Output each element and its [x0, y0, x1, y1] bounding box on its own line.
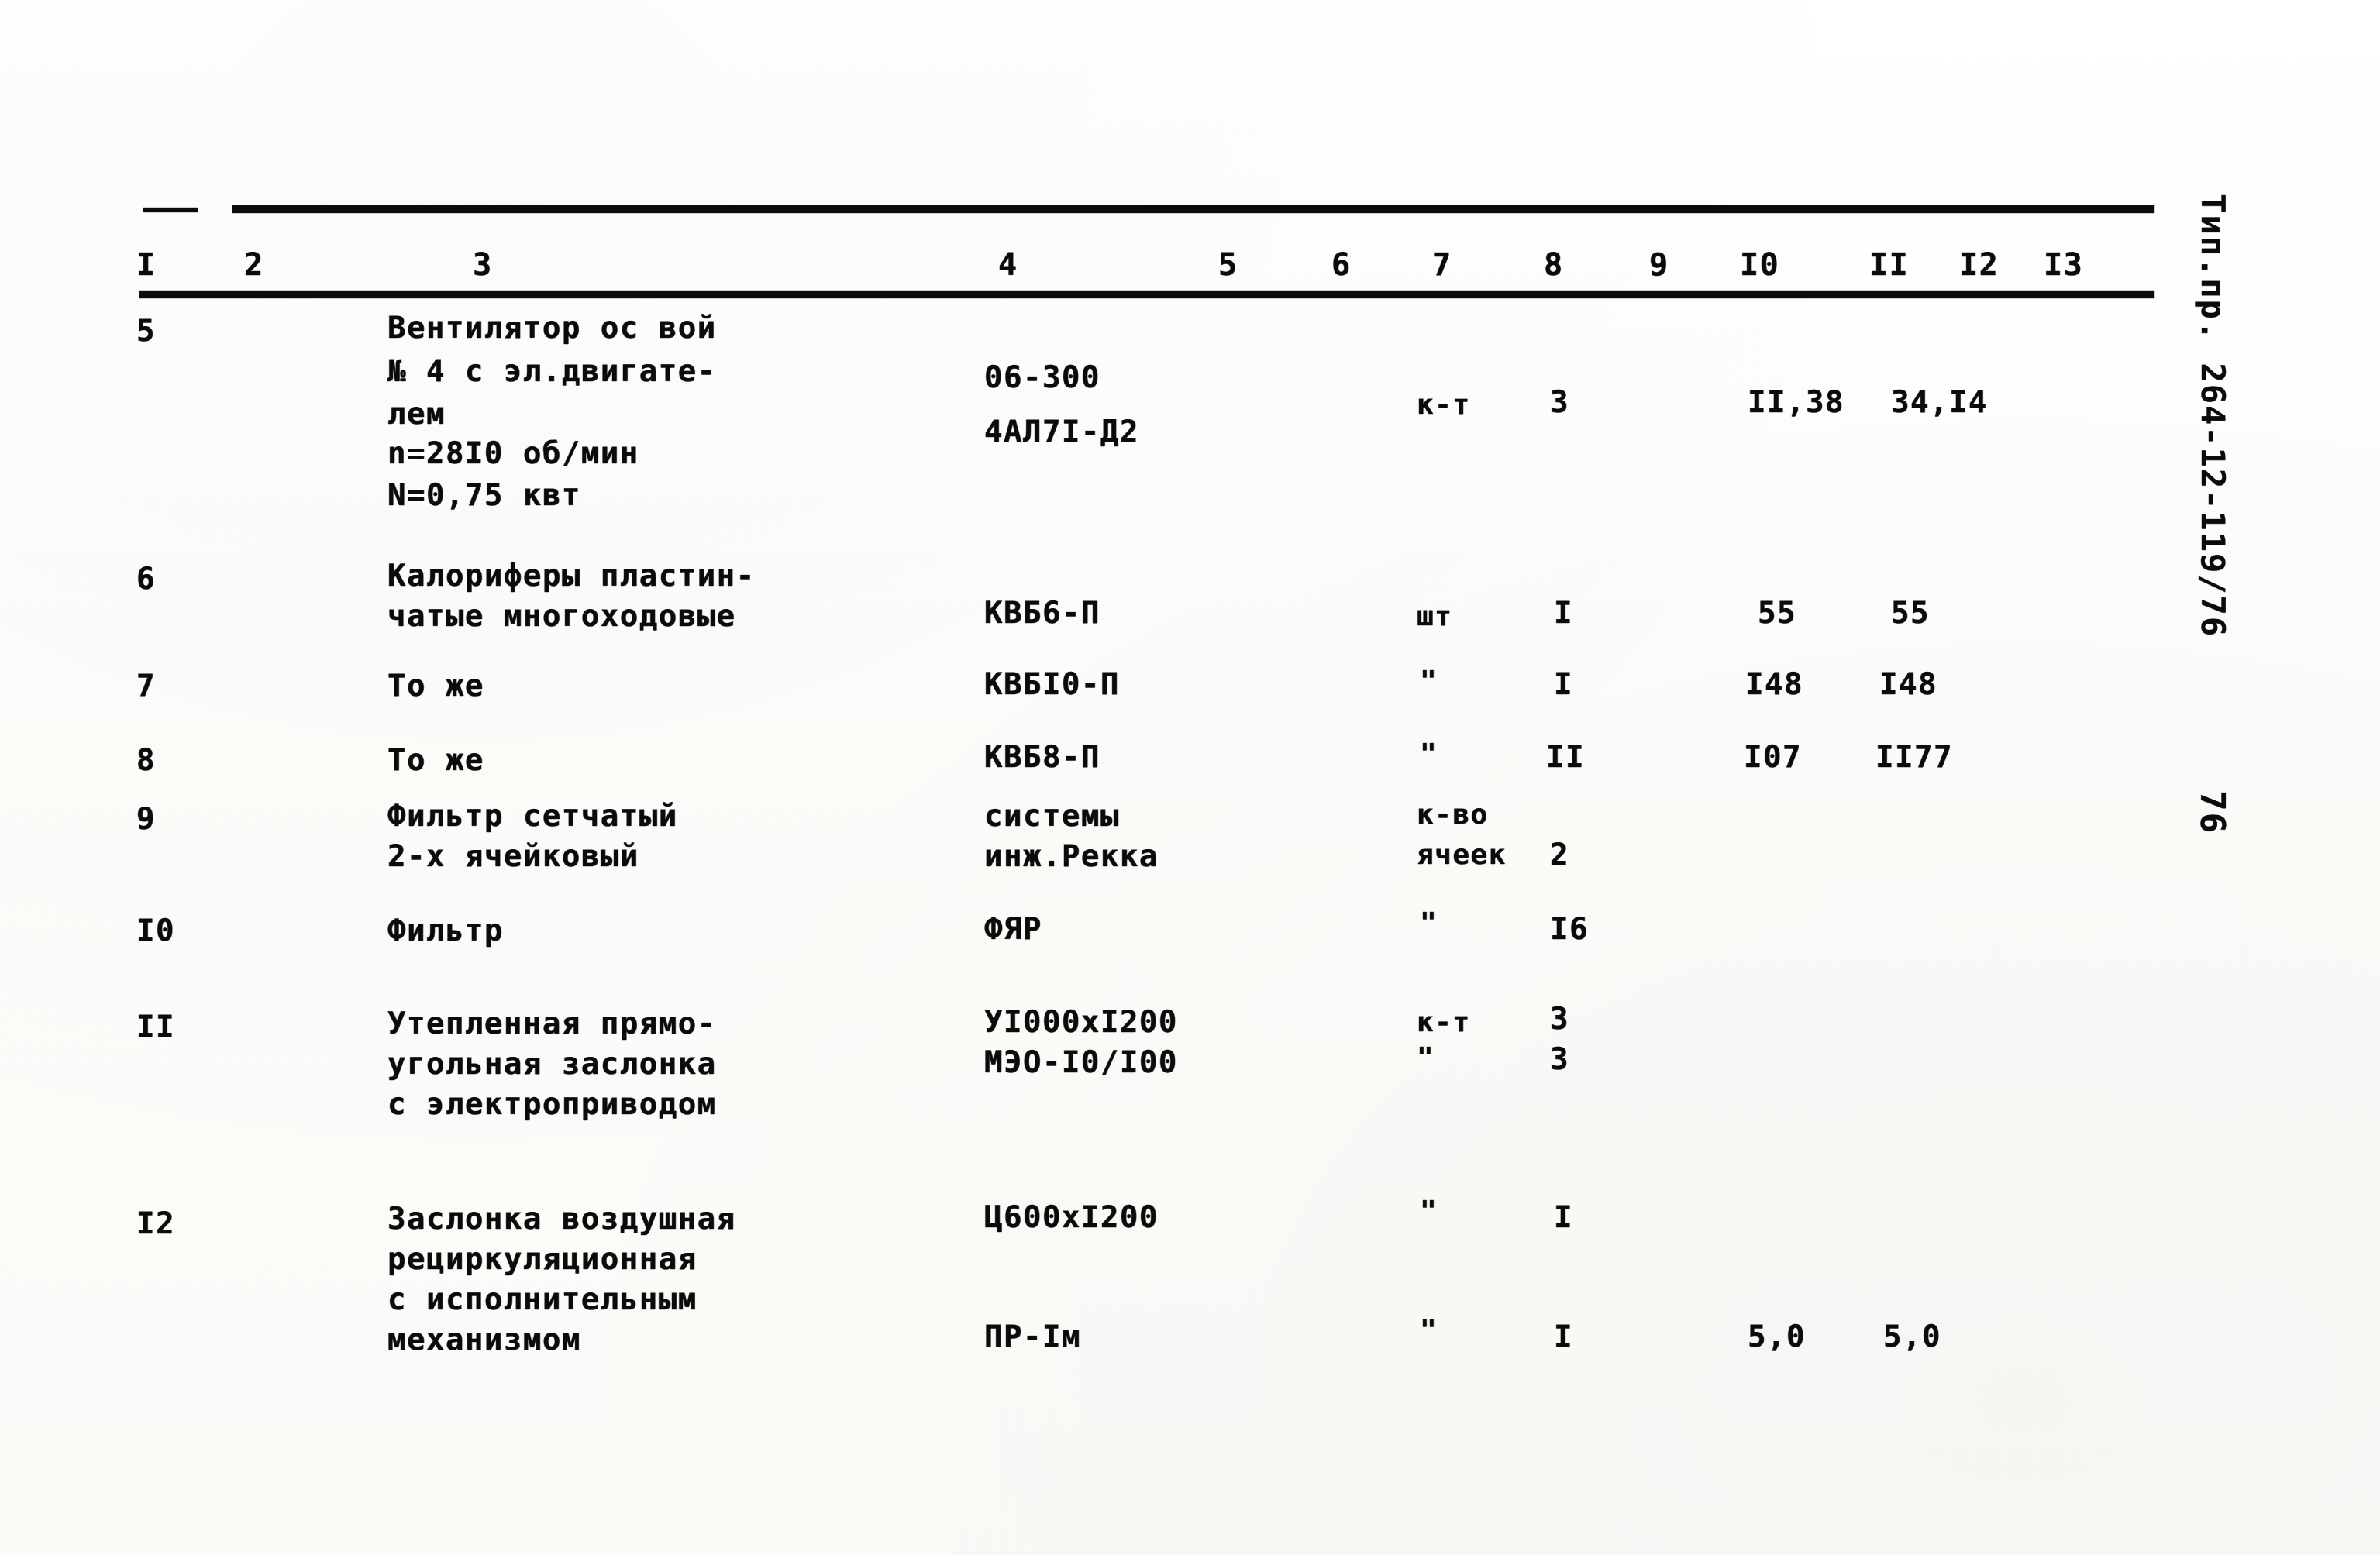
row-name-line: механизмом	[387, 1323, 581, 1357]
row-number: 6	[136, 562, 156, 597]
column-number-12: I2	[1959, 247, 1999, 283]
row-type-line: КВБ6-П	[984, 596, 1100, 631]
row-qty-line: I	[1554, 1319, 1573, 1354]
row-unit-line: "	[1420, 1195, 1438, 1227]
row-qty-line: 2	[1550, 838, 1569, 872]
row-col10-line: I07	[1744, 740, 1802, 775]
row-type-line: 06-300	[984, 360, 1100, 395]
row-qty-line: 3	[1550, 1002, 1569, 1037]
row-number: 7	[136, 669, 156, 704]
row-col10-line: II,38	[1748, 385, 1844, 420]
row-name-line: чатые многоходовые	[387, 599, 736, 634]
row-unit-line: шт	[1417, 600, 1453, 632]
row-name-line: Фильтр	[387, 913, 504, 948]
row-unit-line: к-т	[1417, 389, 1471, 421]
column-number-8: 8	[1544, 247, 1564, 283]
column-number-9: 9	[1649, 247, 1669, 283]
column-number-5: 5	[1218, 247, 1238, 283]
row-unit-line: к-во	[1417, 799, 1489, 831]
column-number-6: 6	[1331, 247, 1352, 283]
row-col11-line: II77	[1875, 740, 1953, 775]
row-qty-line: I	[1554, 1200, 1573, 1235]
row-unit-line: к-т	[1417, 1006, 1471, 1038]
row-name-line: Калориферы пластин-	[387, 559, 756, 593]
row-type-line: КВБ8-П	[984, 740, 1100, 775]
row-type-line: КВБI0-П	[984, 667, 1120, 702]
row-type-line: ПР-Iм	[984, 1319, 1081, 1354]
row-unit-line: "	[1420, 1315, 1438, 1347]
column-number-3: 3	[473, 247, 493, 283]
row-name-line: угольная заслонка	[387, 1047, 717, 1082]
row-col11-line: I48	[1879, 667, 1937, 702]
row-col11-line: 55	[1891, 596, 1930, 631]
row-number: 9	[136, 802, 156, 837]
row-name-line: N=0,75 квт	[387, 478, 581, 513]
row-type-line: инж.Рекка	[984, 839, 1159, 874]
row-type-line: ФЯР	[984, 912, 1042, 947]
row-number: 5	[136, 314, 156, 349]
row-name-line: Заслонка воздушная	[387, 1202, 736, 1237]
row-col10-line: 55	[1758, 596, 1796, 631]
table-header-underline	[139, 291, 2154, 298]
row-number: I0	[136, 913, 175, 948]
row-qty-line: I6	[1550, 912, 1589, 947]
row-unit-line: "	[1420, 738, 1438, 770]
row-col10-line: I48	[1745, 667, 1803, 702]
row-col11-line: 5,0	[1883, 1319, 1941, 1354]
row-unit-line: "	[1417, 1042, 1435, 1074]
row-name-line: 2-х ячейковый	[387, 839, 639, 874]
column-number-13: I3	[2044, 247, 2084, 283]
row-col10-line: 5,0	[1748, 1319, 1806, 1354]
row-unit-line: "	[1420, 907, 1438, 939]
row-type-line: Ц600хI200	[984, 1200, 1159, 1235]
column-number-10: I0	[1740, 247, 1780, 283]
column-number-2: 2	[244, 247, 264, 283]
row-number: 8	[136, 743, 156, 778]
column-number-7: 7	[1432, 247, 1452, 283]
scanned-page: I 2 3 4 5 6 7 8 9 I0 II I2 I3 5 Вентилят…	[0, 0, 2380, 1555]
row-unit-line: ячеек	[1417, 839, 1507, 871]
row-name-line: рециркуляционная	[387, 1242, 697, 1277]
row-col11-line: 34,I4	[1891, 385, 1988, 420]
row-number: II	[136, 1010, 175, 1044]
row-name-line: № 4 с эл.двигате-	[387, 354, 717, 389]
row-type-line: системы	[984, 799, 1120, 834]
row-type-line: МЭО-I0/I00	[984, 1045, 1178, 1080]
page-number: 76	[2192, 790, 2232, 834]
row-qty-line: 3	[1550, 1042, 1569, 1077]
row-name-line: Утепленная прямо-	[387, 1006, 717, 1041]
row-name-line: Фильтр сетчатый	[387, 799, 678, 834]
paper-texture	[0, 0, 2380, 1555]
column-number-1: I	[136, 247, 157, 283]
row-name-line: То же	[387, 743, 484, 778]
column-number-11: II	[1869, 247, 1910, 283]
row-name-line: с электроприводом	[387, 1087, 717, 1122]
row-qty-line: I	[1554, 667, 1573, 702]
row-name-line: с исполнительным	[387, 1282, 697, 1317]
margin-stamp-project-code: Тип.пр. 264-12-119/76	[2194, 194, 2232, 638]
row-number: I2	[136, 1206, 175, 1241]
table-top-rule-stub	[143, 208, 198, 212]
row-name-line: Вентилятор ос вой	[387, 311, 717, 346]
row-type-line: 4АЛ7I-Д2	[984, 415, 1139, 449]
column-number-4: 4	[998, 247, 1018, 283]
table-top-rule	[232, 205, 2154, 213]
row-type-line: УI000хI200	[984, 1005, 1178, 1040]
row-qty-line: II	[1546, 740, 1585, 775]
row-name-line: n=28I0 об/мин	[387, 436, 639, 471]
row-qty-line: I	[1554, 596, 1573, 631]
row-qty-line: 3	[1550, 385, 1569, 420]
row-name-line: То же	[387, 669, 484, 704]
row-name-line: лем	[387, 397, 446, 432]
row-unit-line: "	[1420, 666, 1438, 697]
